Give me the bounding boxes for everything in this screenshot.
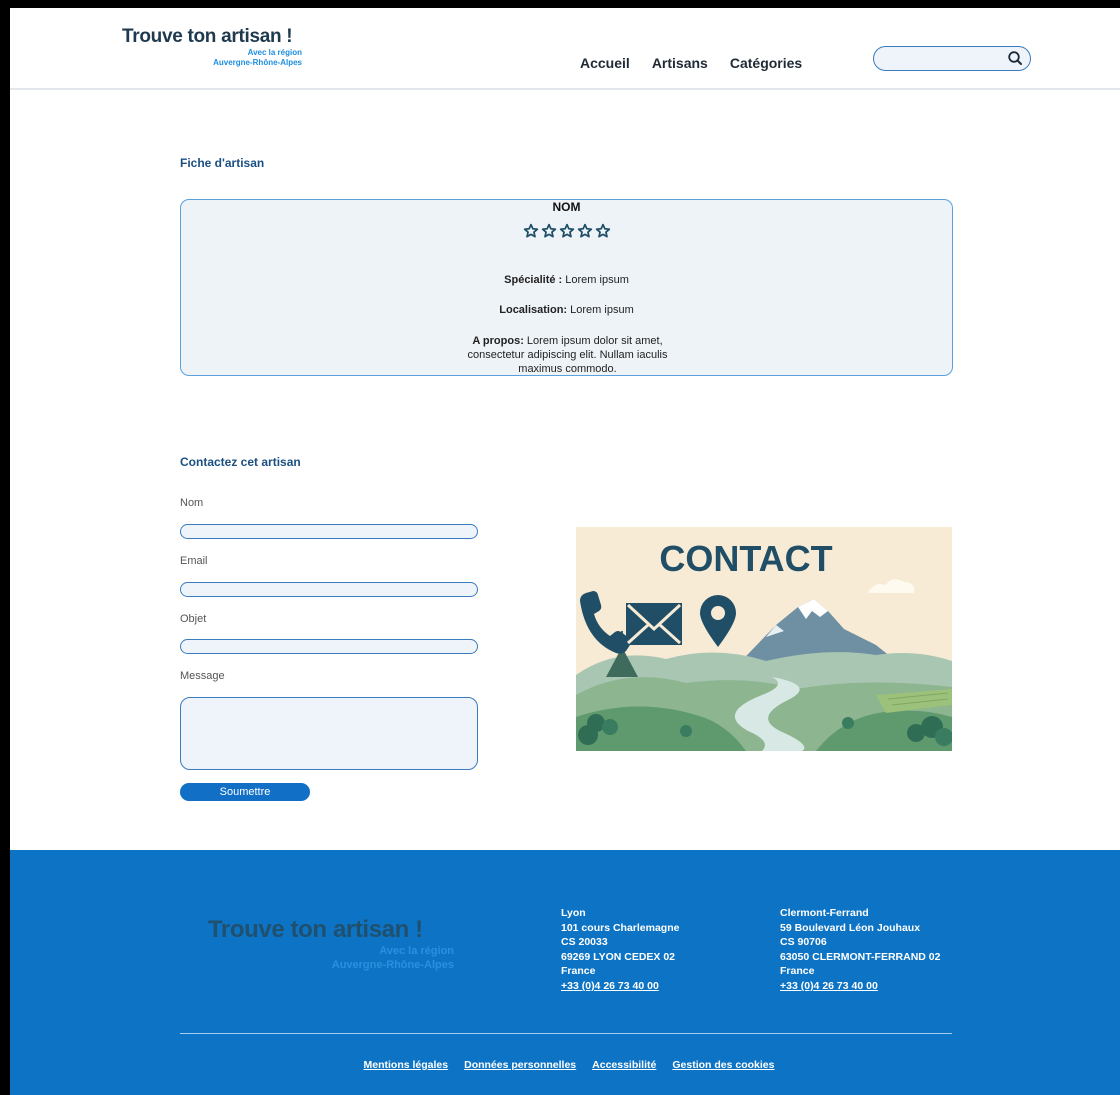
star-icon[interactable] xyxy=(559,223,575,239)
lyon-country: France xyxy=(561,965,596,978)
logo-subtitle-2: Auvergne-Rhône-Alpes xyxy=(213,58,302,67)
footer-logo[interactable]: Trouve ton artisan ! Avec la région Auve… xyxy=(208,916,458,972)
star-icon[interactable] xyxy=(595,223,611,239)
nom-label: Nom xyxy=(180,497,204,509)
lyon-city: Lyon xyxy=(561,907,586,919)
footer: Trouve ton artisan ! Avec la région Auve… xyxy=(10,850,1120,1095)
nav-artisans[interactable]: Artisans xyxy=(652,55,708,71)
localisation-label: Localisation: xyxy=(499,304,568,316)
clermont-city: Clermont-Ferrand xyxy=(780,907,869,919)
logo-title: Trouve ton artisan ! xyxy=(122,26,293,47)
search-icon[interactable] xyxy=(1007,50,1023,66)
lyon-cs: CS 20033 xyxy=(561,936,608,949)
page: Trouve ton artisan ! Avec la région Auve… xyxy=(10,8,1120,1095)
clermont-phone-link[interactable]: +33 (0)4 26 73 40 00 xyxy=(780,980,878,992)
artisan-card: NOM Spécialité : Lorem ipsum Localisatio… xyxy=(180,199,953,376)
logo[interactable]: Trouve ton artisan ! Avec la région Auve… xyxy=(122,26,312,68)
lyon-street: 101 cours Charlemagne xyxy=(561,921,680,934)
footer-divider xyxy=(180,1033,952,1034)
email-label: Email xyxy=(180,555,208,567)
rating-stars xyxy=(181,223,952,239)
clermont-street: 59 Boulevard Léon Jouhaux xyxy=(780,921,921,934)
contact-title: Contactez cet artisan xyxy=(180,455,301,469)
footer-link-donnees[interactable]: Données personnelles xyxy=(464,1059,576,1071)
artisan-localisation: Localisation: Lorem ipsum xyxy=(181,304,952,316)
artisan-specialite: Spécialité : Lorem ipsum xyxy=(181,274,952,286)
specialite-label: Spécialité : xyxy=(504,274,563,286)
footer-logo-title: Trouve ton artisan ! xyxy=(208,916,423,943)
message-textarea[interactable] xyxy=(180,697,478,770)
objet-label: Objet xyxy=(180,613,207,625)
logo-subtitle-1: Avec la région xyxy=(247,48,302,57)
objet-input[interactable] xyxy=(180,639,478,654)
main-nav: Accueil Artisans Catégories xyxy=(580,55,802,71)
address-clermont: Clermont-Ferrand 59 Boulevard Léon Jouha… xyxy=(780,906,940,994)
clermont-country: France xyxy=(780,965,815,978)
clermont-postal: 63050 CLERMONT-FERRAND 02 xyxy=(780,950,941,963)
footer-link-cookies[interactable]: Gestion des cookies xyxy=(672,1059,774,1071)
submit-button[interactable]: Soumettre xyxy=(180,783,310,801)
envelope-icon xyxy=(626,603,682,645)
nav-accueil[interactable]: Accueil xyxy=(580,55,630,71)
address-lyon: Lyon 101 cours Charlemagne CS 20033 6926… xyxy=(561,906,679,994)
message-label: Message xyxy=(180,670,225,682)
artisan-name: NOM xyxy=(552,200,581,214)
artisan-apropos: A propos: Lorem ipsum dolor sit amet, co… xyxy=(449,334,686,375)
star-icon[interactable] xyxy=(541,223,557,239)
footer-link-accessibilite[interactable]: Accessibilité xyxy=(592,1059,656,1071)
nom-input[interactable] xyxy=(180,524,478,539)
footer-logo-subtitle-1: Avec la région xyxy=(379,945,454,957)
footer-link-mentions[interactable]: Mentions légales xyxy=(364,1059,449,1071)
footer-links: Mentions légales Données personnelles Ac… xyxy=(10,1059,1120,1071)
nav-categories[interactable]: Catégories xyxy=(730,55,802,71)
header: Trouve ton artisan ! Avec la région Auve… xyxy=(10,8,1120,90)
localisation-value: Lorem ipsum xyxy=(567,304,634,316)
search-box xyxy=(873,46,1031,71)
clermont-cs: CS 90706 xyxy=(780,936,827,949)
fiche-title: Fiche d'artisan xyxy=(180,156,265,170)
star-icon[interactable] xyxy=(523,223,539,239)
contact-illustration: CONTACT xyxy=(576,527,952,751)
star-icon[interactable] xyxy=(577,223,593,239)
lyon-postal: 69269 LYON CEDEX 02 xyxy=(561,950,676,963)
footer-logo-subtitle-2: Auvergne-Rhône-Alpes xyxy=(331,959,454,971)
email-input[interactable] xyxy=(180,582,478,597)
lyon-phone-link[interactable]: +33 (0)4 26 73 40 00 xyxy=(561,980,659,992)
contact-image-text: CONTACT xyxy=(659,538,832,579)
search-input[interactable] xyxy=(884,50,1006,67)
apropos-label: A propos: xyxy=(472,335,524,347)
specialite-value: Lorem ipsum xyxy=(562,274,629,286)
